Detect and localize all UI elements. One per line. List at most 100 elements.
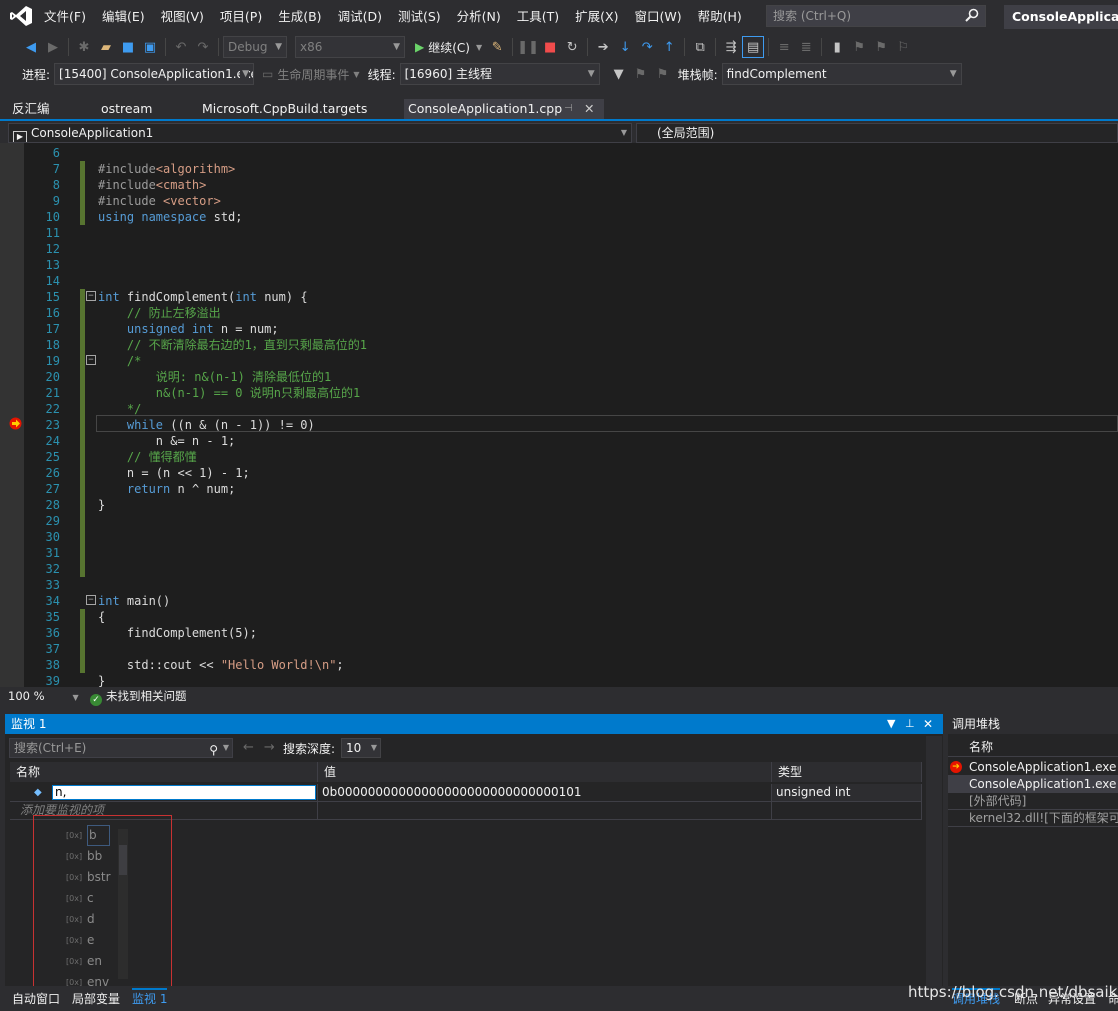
watch-row-value-cell[interactable]: 0b00000000000000000000000000000101 bbox=[318, 784, 772, 802]
menu-item[interactable]: 生成(B) bbox=[270, 0, 329, 33]
menu-item[interactable]: 项目(P) bbox=[212, 0, 270, 33]
watch-row-name-cell[interactable]: ◆ n, bbox=[10, 784, 318, 802]
call-stack-row[interactable]: ConsoleApplication1.exe!main bbox=[948, 776, 1118, 793]
close-icon[interactable]: ✕ bbox=[584, 99, 594, 119]
open-file-icon[interactable]: ▰ bbox=[95, 36, 117, 58]
code-line[interactable]: 20 说明: n&(n-1) 清除最低位的1 bbox=[24, 369, 1118, 385]
code-line[interactable]: 12 bbox=[24, 241, 1118, 257]
code-line[interactable]: 38 std::cout << "Hello World!\n"; bbox=[24, 657, 1118, 673]
uncomment-icon[interactable]: ≣ bbox=[795, 36, 817, 58]
watch-name-edit-input[interactable]: n, bbox=[52, 785, 316, 800]
hex-display-icon[interactable]: ⧉ bbox=[689, 36, 711, 58]
new-project-icon[interactable]: ✱ bbox=[73, 36, 95, 58]
thread-select[interactable]: [16960] 主线程 ▼ bbox=[399, 63, 600, 85]
hot-reload-icon[interactable]: ✎ bbox=[486, 36, 508, 58]
pin-icon[interactable]: ⊣ bbox=[564, 99, 573, 119]
watch-search-input[interactable]: 搜索(Ctrl+E) ⚲ ▼ bbox=[9, 738, 233, 758]
step-out-icon[interactable]: ↑ bbox=[658, 36, 680, 58]
issues-indicator[interactable]: ✓ 未找到相关问题 bbox=[90, 688, 187, 706]
restart-icon[interactable]: ↻ bbox=[561, 36, 583, 58]
thread-icon[interactable]: ⇶ bbox=[720, 36, 742, 58]
menu-item[interactable]: 测试(S) bbox=[390, 0, 449, 33]
column-header-type[interactable]: 类型 bbox=[772, 762, 922, 782]
tab-watch-1[interactable]: 监视 1 bbox=[132, 988, 168, 1007]
prev-bookmark-icon[interactable]: ⚑ bbox=[848, 36, 870, 58]
code-line[interactable]: 18 // 不断清除最右边的1，直到只剩最高位的1 bbox=[24, 337, 1118, 353]
tab-locals[interactable]: 局部变量 bbox=[72, 990, 120, 1007]
code-line[interactable]: 16 // 防止左移溢出 bbox=[24, 305, 1118, 321]
menu-item[interactable]: 分析(N) bbox=[449, 0, 509, 33]
column-header-value[interactable]: 值 bbox=[318, 762, 772, 782]
arrow-left-icon[interactable]: ← bbox=[243, 740, 264, 755]
filter-icon[interactable]: ▼ bbox=[608, 63, 630, 85]
code-editor[interactable]: 6 7 #include<algorithm> 8 #include<cmath> 9 #i… bbox=[0, 143, 1118, 687]
collapse-icon[interactable]: − bbox=[86, 291, 96, 301]
menu-item[interactable]: 文件(F) bbox=[36, 0, 94, 33]
call-stack-header[interactable]: 名称 bbox=[948, 737, 1118, 757]
column-header-name[interactable]: 名称 bbox=[10, 762, 318, 782]
collapse-icon[interactable]: − bbox=[86, 595, 96, 605]
glyph-margin[interactable] bbox=[0, 143, 24, 687]
show-flagged-icon[interactable]: ⚑ bbox=[652, 63, 674, 85]
pin-icon[interactable]: ⊥ bbox=[905, 714, 915, 734]
menu-item[interactable]: 窗口(W) bbox=[626, 0, 689, 33]
process-select[interactable]: [15400] ConsoleApplication1.exe ▼ bbox=[54, 63, 255, 85]
menu-item[interactable]: 调试(D) bbox=[330, 0, 390, 33]
code-line[interactable]: 33 bbox=[24, 577, 1118, 593]
menu-item[interactable]: 视图(V) bbox=[153, 0, 212, 33]
code-line[interactable]: 30 bbox=[24, 529, 1118, 545]
pause-icon[interactable]: ❚❚ bbox=[517, 36, 539, 58]
code-line[interactable]: 37 bbox=[24, 641, 1118, 657]
stackframe-select[interactable]: findComplement ▼ bbox=[721, 63, 962, 85]
call-stack-row[interactable]: ➔ ConsoleApplication1.exe!findComplement bbox=[948, 759, 1118, 776]
flag-thread-icon[interactable]: ⚑ bbox=[630, 63, 652, 85]
save-icon[interactable]: ■ bbox=[117, 36, 139, 58]
tab-consoleapplication1-cpp[interactable]: ConsoleApplication1.cpp ⊣ ✕ bbox=[404, 99, 604, 119]
code-line[interactable]: 32 bbox=[24, 561, 1118, 577]
code-line[interactable]: 25 // 懂得都懂 bbox=[24, 449, 1118, 465]
call-stack-row[interactable]: [外部代码] bbox=[948, 793, 1118, 810]
platform-select[interactable]: x86 ▼ bbox=[295, 36, 405, 58]
step-into-icon[interactable]: ↓ bbox=[614, 36, 636, 58]
quick-launch-search[interactable]: 搜索 (Ctrl+Q) bbox=[766, 5, 986, 27]
save-all-icon[interactable]: ▣ bbox=[139, 36, 161, 58]
code-line[interactable]: 19 − /* bbox=[24, 353, 1118, 369]
chevron-down-icon[interactable]: ▼ bbox=[223, 739, 229, 757]
code-line[interactable]: 15 − int findComplement(int num) { bbox=[24, 289, 1118, 305]
step-over-icon[interactable]: ↷ bbox=[636, 36, 658, 58]
stack-icon[interactable]: ▤ bbox=[742, 36, 765, 58]
code-line[interactable]: 7 #include<algorithm> bbox=[24, 161, 1118, 177]
forward-icon[interactable]: ▶ bbox=[42, 36, 64, 58]
code-line[interactable]: 31 bbox=[24, 545, 1118, 561]
code-line[interactable]: 17 unsigned int n = num; bbox=[24, 321, 1118, 337]
code-line[interactable]: 8 #include<cmath> bbox=[24, 177, 1118, 193]
code-line[interactable]: 11 bbox=[24, 225, 1118, 241]
arrow-right-icon[interactable]: → bbox=[264, 740, 285, 755]
code-line[interactable]: 34 − int main() bbox=[24, 593, 1118, 609]
collapse-icon[interactable]: − bbox=[86, 355, 96, 365]
call-stack-row[interactable]: kernel32.dll![下面的框架可能不正确] bbox=[948, 810, 1118, 827]
code-line[interactable]: 26 n = (n << 1) - 1; bbox=[24, 465, 1118, 481]
project-dropdown[interactable]: ▶ ConsoleApplication1 ▼ bbox=[8, 123, 632, 143]
code-line[interactable]: 35 { bbox=[24, 609, 1118, 625]
undo-icon[interactable]: ↶ bbox=[170, 36, 192, 58]
menu-item[interactable]: 工具(T) bbox=[509, 0, 567, 33]
code-line[interactable]: 6 bbox=[24, 145, 1118, 161]
code-line[interactable]: 9 #include <vector> bbox=[24, 193, 1118, 209]
show-next-statement-icon[interactable]: ➔ bbox=[592, 36, 614, 58]
code-line[interactable]: 27 return n ^ num; bbox=[24, 481, 1118, 497]
close-icon[interactable]: ✕ bbox=[923, 714, 933, 734]
comment-icon[interactable]: ≡ bbox=[773, 36, 795, 58]
zoom-dropdown[interactable]: 100 % ▼ bbox=[8, 688, 79, 705]
code-line[interactable]: 22 */ bbox=[24, 401, 1118, 417]
menu-item[interactable]: 编辑(E) bbox=[94, 0, 153, 33]
code-line[interactable]: 23 while ((n & (n - 1)) != 0) bbox=[24, 417, 1118, 433]
watch-scrollbar[interactable] bbox=[926, 736, 942, 986]
redo-icon[interactable]: ↷ bbox=[192, 36, 214, 58]
code-line[interactable]: 14 bbox=[24, 273, 1118, 289]
configuration-select[interactable]: Debug ▼ bbox=[223, 36, 287, 58]
code-line[interactable]: 13 bbox=[24, 257, 1118, 273]
next-bookmark-icon[interactable]: ⚑ bbox=[870, 36, 892, 58]
code-line[interactable]: 28} bbox=[24, 497, 1118, 513]
lifecycle-label[interactable]: 生命周期事件 bbox=[277, 66, 349, 83]
